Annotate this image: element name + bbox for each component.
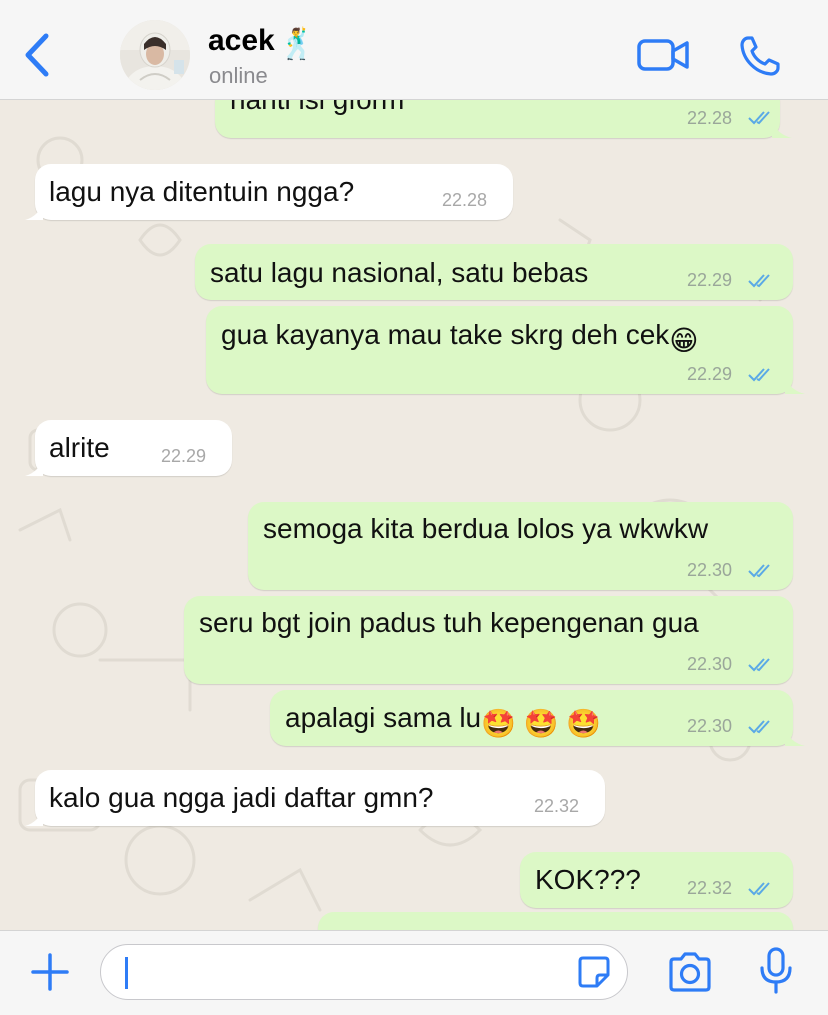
- message-text: gua kayanya mau take skrg deh cek😁: [221, 319, 699, 356]
- message-outgoing[interactable]: satu lagu nasional, satu bebas 22.29: [195, 244, 793, 300]
- message-time: 22.30: [687, 716, 733, 736]
- bubble-tail: [785, 376, 805, 394]
- message-outgoing[interactable]: KOK??? 22.32: [520, 852, 793, 908]
- grin-emoji: 😁: [669, 325, 699, 356]
- star-struck-emoji: 🤩 🤩 🤩: [481, 708, 602, 739]
- message-time: 22.30: [687, 654, 733, 674]
- bubble-tail: [772, 120, 792, 138]
- plus-icon[interactable]: [30, 952, 70, 992]
- message-text: nanti isi gform: [230, 100, 404, 116]
- message-outgoing[interactable]: semoga kita berdua lolos ya wkwkw 22.30: [248, 502, 793, 590]
- microphone-icon[interactable]: [758, 946, 794, 996]
- dancer-emoji: 🕺: [278, 28, 317, 61]
- read-receipt-icon: [748, 111, 770, 125]
- message-list[interactable]: nanti isi gform 22.28 lagu nya ditentuin…: [0, 100, 828, 930]
- text-cursor: [125, 957, 128, 989]
- message-text: kalo gua ngga jadi daftar gmn?: [49, 782, 434, 813]
- sticker-icon[interactable]: [577, 955, 611, 989]
- message-outgoing[interactable]: nanti isi gform 22.28: [215, 100, 792, 138]
- message-time: 22.32: [534, 796, 580, 816]
- chevron-left-icon[interactable]: [18, 30, 58, 80]
- message-incoming[interactable]: lagu nya ditentuin ngga? 22.28: [25, 164, 513, 220]
- message-time: 22.28: [442, 190, 488, 210]
- message-time: 22.32: [687, 878, 733, 898]
- message-outgoing[interactable]: gua kayanya mau take skrg deh cek😁 22.29: [206, 306, 805, 394]
- bubble-tail: [25, 458, 43, 476]
- read-receipt-icon: [748, 720, 770, 734]
- bubble-tail: [25, 202, 43, 220]
- message-time: 22.29: [687, 364, 733, 384]
- chat-header: acek 🕺 online: [0, 0, 828, 100]
- read-receipt-icon: [748, 658, 770, 672]
- avatar-image: [120, 20, 190, 90]
- message-outgoing[interactable]: apalagi sama lu🤩 🤩 🤩 22.30: [270, 690, 805, 746]
- read-receipt-icon: [748, 368, 770, 382]
- contact-status: online: [209, 63, 268, 88]
- message-text: lagu nya ditentuin ngga?: [49, 176, 355, 207]
- message-incoming[interactable]: kalo gua ngga jadi daftar gmn? 22.32: [25, 770, 605, 826]
- read-receipt-icon: [748, 882, 770, 896]
- message-text: KOK???: [535, 864, 641, 895]
- message-time: 22.29: [687, 270, 733, 290]
- message-text: satu lagu nasional, satu bebas: [210, 257, 589, 288]
- message-time: 22.30: [687, 560, 733, 580]
- message-text: alrite: [49, 432, 110, 463]
- contact-name[interactable]: acek 🕺: [208, 24, 316, 62]
- phone-icon[interactable]: [738, 34, 782, 78]
- message-time: 22.29: [161, 446, 207, 466]
- camera-icon[interactable]: [666, 950, 714, 994]
- read-receipt-icon: [748, 564, 770, 578]
- read-receipt-icon: [748, 274, 770, 288]
- message-text: seru bgt join padus tuh kepengenan gua: [199, 607, 699, 638]
- message-text: apalagi sama lu🤩 🤩 🤩: [285, 702, 602, 739]
- message-time: 22.28: [687, 108, 733, 128]
- message-incoming[interactable]: alrite 22.29: [25, 420, 232, 476]
- message-input[interactable]: [100, 944, 628, 1000]
- bubble-tail: [785, 728, 805, 746]
- avatar[interactable]: [120, 20, 190, 90]
- bubble-tail: [25, 808, 43, 826]
- message-outgoing-partial[interactable]: [318, 912, 793, 930]
- message-text: semoga kita berdua lolos ya wkwkw: [263, 513, 709, 544]
- message-outgoing[interactable]: seru bgt join padus tuh kepengenan gua 2…: [184, 596, 793, 684]
- video-camera-icon[interactable]: [636, 36, 690, 74]
